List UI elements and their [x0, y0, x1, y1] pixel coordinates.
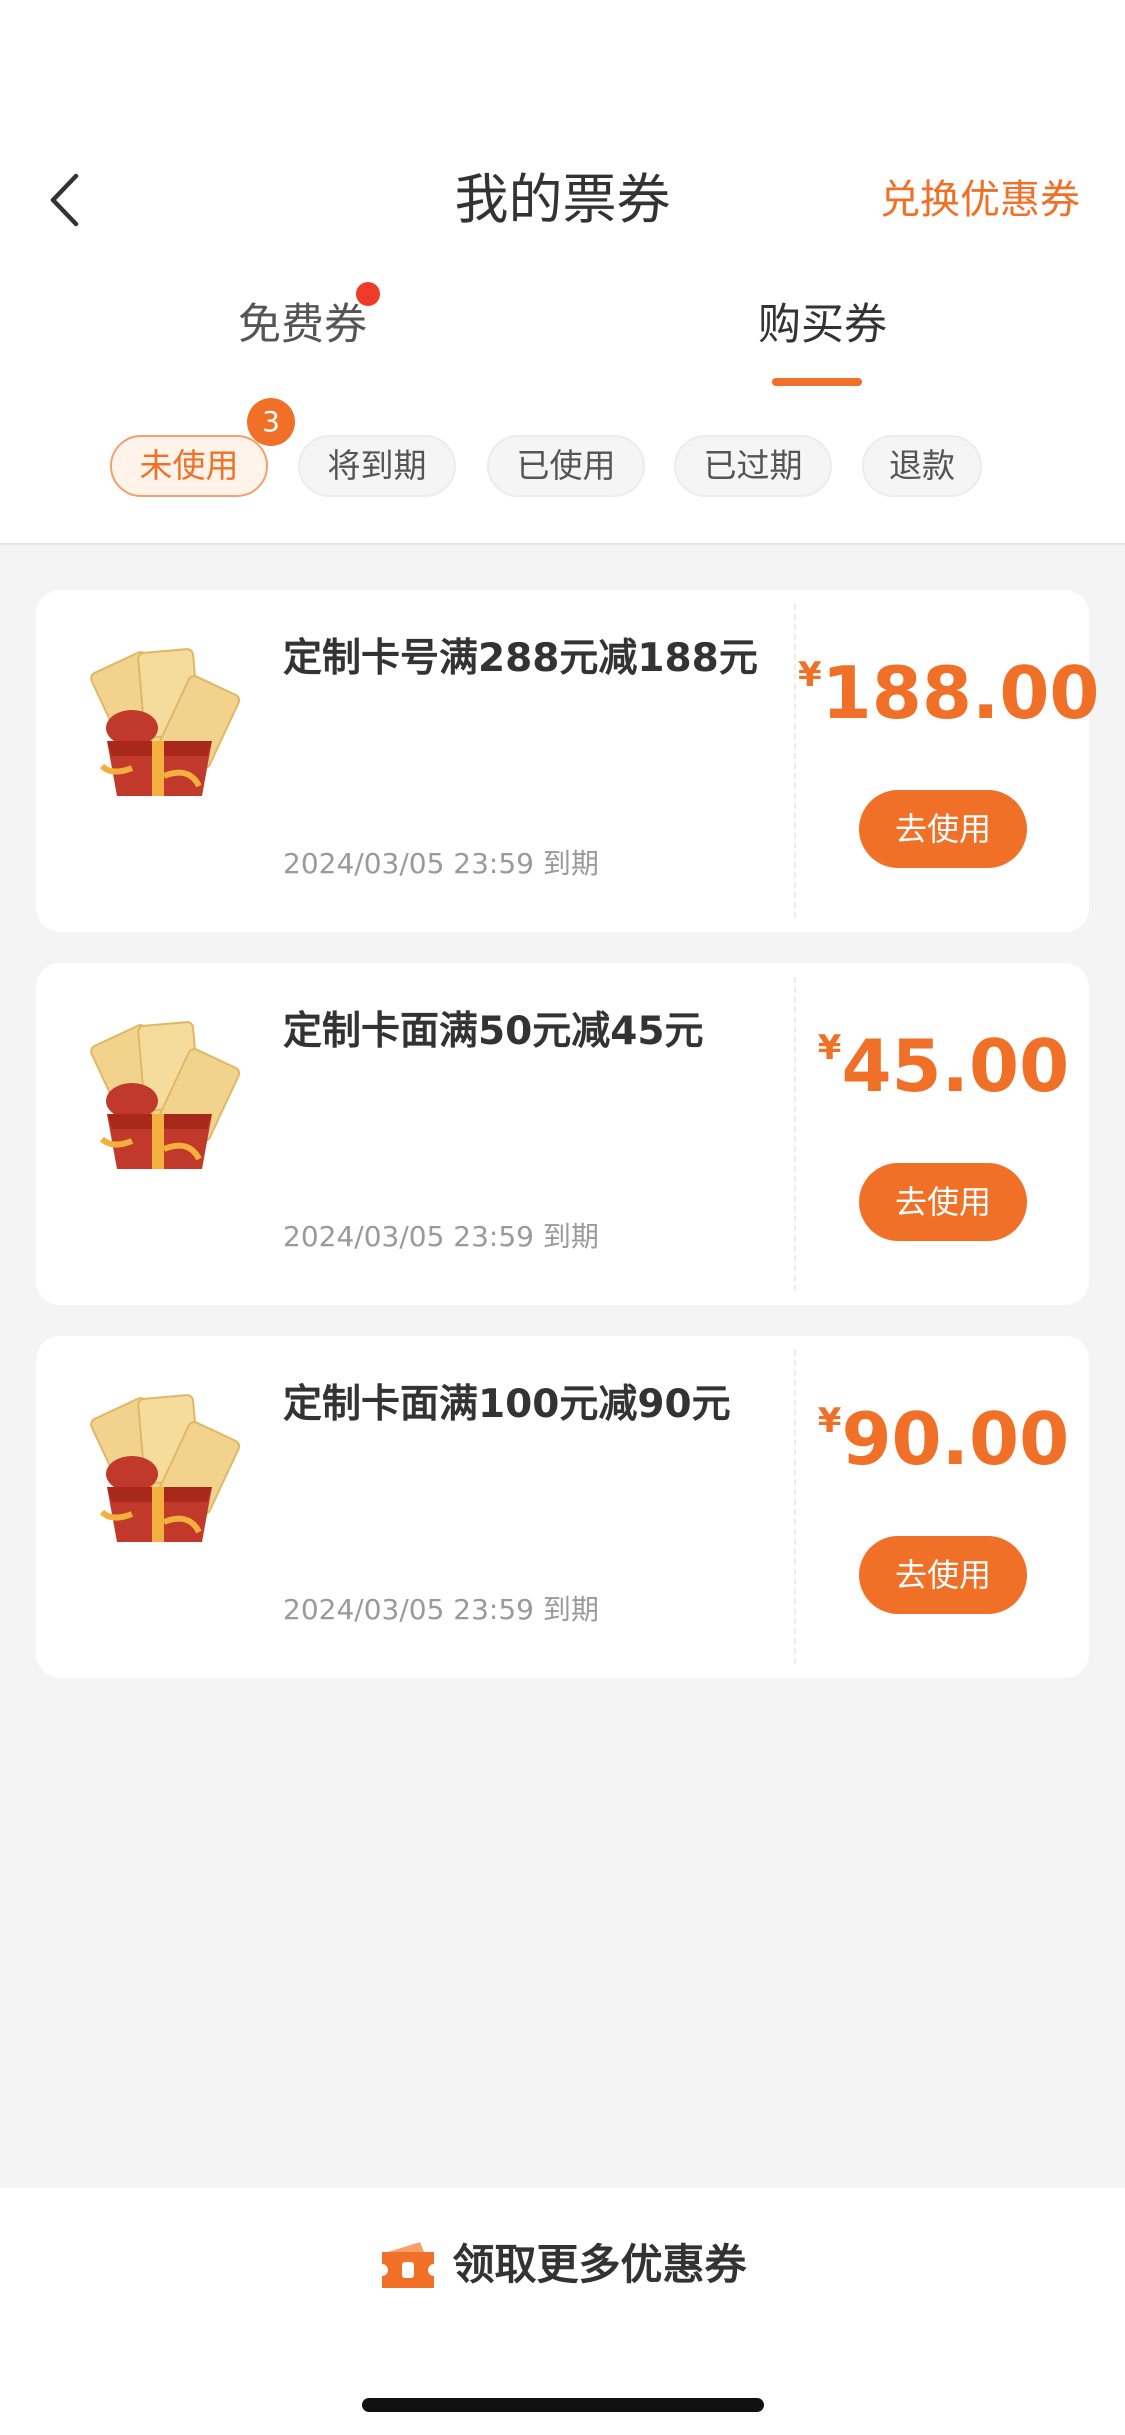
use-coupon-button[interactable]: 去使用	[859, 790, 1027, 868]
active-tab-indicator	[772, 378, 862, 386]
get-more-coupons-label: 领取更多优惠券	[452, 2240, 747, 2289]
coupon-expiry: 2024/03/05 23:59 到期	[283, 1220, 599, 1253]
coupon-divider	[794, 604, 796, 918]
coupon-amount: 188.00	[821, 651, 1100, 735]
gift-box-coupons-icon	[90, 1021, 241, 1169]
filter-refund[interactable]: 退款	[862, 435, 982, 497]
coupon-expiry: 2024/03/05 23:59 到期	[283, 1593, 599, 1626]
coupon-title: 定制卡面满100元减90元	[283, 1382, 731, 1427]
currency-symbol: ¥	[798, 655, 822, 695]
coupon-title: 定制卡号满288元减188元	[283, 636, 758, 681]
filter-expired[interactable]: 已过期	[674, 435, 832, 497]
filter-used[interactable]: 已使用	[487, 435, 645, 497]
redeem-coupon-link[interactable]: 兑换优惠券	[880, 170, 1080, 230]
coupon-expiry: 2024/03/05 23:59 到期	[283, 847, 599, 880]
gift-box-coupons-icon	[90, 1394, 241, 1542]
coupon-divider	[794, 977, 796, 1291]
get-more-coupons-link[interactable]: 领取更多优惠券	[0, 2230, 1125, 2300]
coupon-card[interactable]: 定制卡面满50元减45元 2024/03/05 23:59 到期 ¥45.00 …	[36, 963, 1089, 1305]
coupon-title: 定制卡面满50元减45元	[283, 1009, 704, 1054]
chevron-left-icon	[50, 173, 79, 227]
back-button[interactable]	[30, 165, 100, 235]
coupon-amount: 45.00	[841, 1024, 1070, 1108]
coupon-price: ¥90.00	[798, 1394, 1089, 1484]
currency-symbol: ¥	[817, 1028, 842, 1068]
filter-unused[interactable]: 未使用	[110, 435, 268, 497]
home-indicator	[362, 2398, 764, 2412]
coupon-amount: 90.00	[841, 1397, 1070, 1481]
coupon-price: ¥45.00	[798, 1021, 1089, 1111]
use-coupon-button[interactable]: 去使用	[859, 1536, 1027, 1614]
coupon-card[interactable]: 定制卡面满100元减90元 2024/03/05 23:59 到期 ¥90.00…	[36, 1336, 1089, 1678]
coupon-card[interactable]: 定制卡号满288元减188元 2024/03/05 23:59 到期 ¥188.…	[36, 590, 1100, 932]
notification-dot	[356, 282, 380, 306]
ticket-icon	[382, 2242, 435, 2288]
filter-expiring[interactable]: 将到期	[298, 435, 456, 497]
unused-count-badge: 3	[247, 398, 295, 446]
currency-symbol: ¥	[817, 1401, 842, 1441]
coupon-price: ¥188.00	[798, 648, 1100, 738]
tab-purchased-coupons[interactable]: 购买券	[720, 290, 925, 360]
use-coupon-button[interactable]: 去使用	[859, 1163, 1027, 1241]
gift-box-coupons-icon	[90, 648, 241, 796]
coupon-divider	[794, 1350, 796, 1664]
